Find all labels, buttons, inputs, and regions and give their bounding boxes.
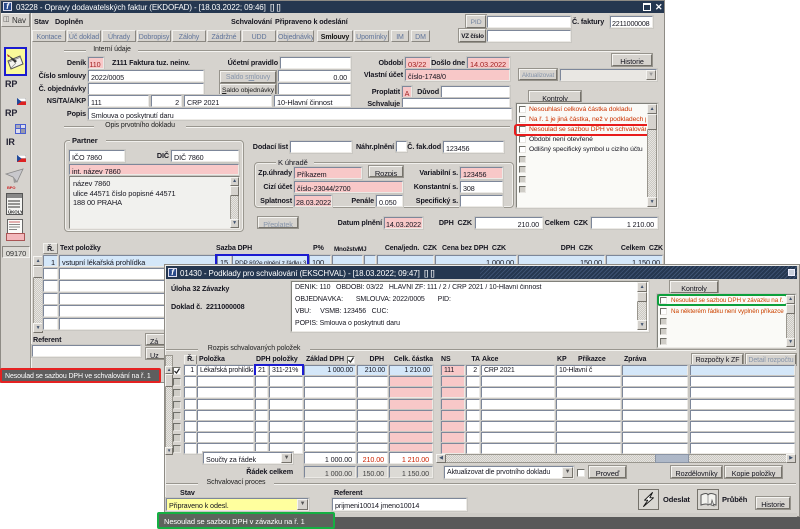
svg-text:ÚKOLY: ÚKOLY — [8, 209, 23, 215]
